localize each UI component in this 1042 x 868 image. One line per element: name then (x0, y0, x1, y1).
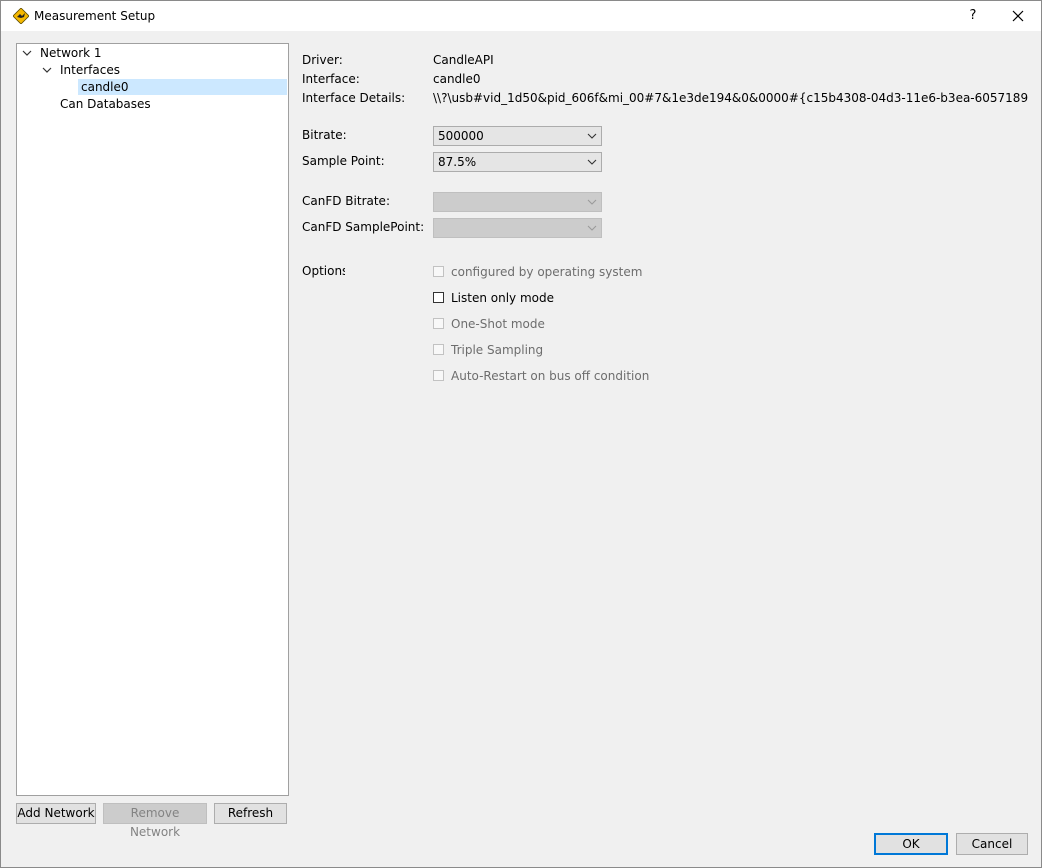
canfd-samplepoint-select[interactable] (433, 218, 602, 238)
canfd-bitrate-select[interactable] (433, 192, 602, 212)
listen-only-mode-label: Listen only mode (451, 291, 555, 305)
triple-sampling-checkbox[interactable] (433, 344, 444, 355)
tree-item-can-databases[interactable]: Can Databases (60, 96, 151, 112)
ok-button[interactable]: OK (874, 833, 948, 855)
tree-item-interfaces[interactable]: Interfaces (60, 62, 120, 78)
close-button[interactable] (1001, 1, 1035, 31)
tree-item-candle0[interactable]: candle0 (78, 79, 287, 95)
listen-only-mode-checkbox[interactable] (433, 292, 444, 303)
chevron-down-icon (587, 199, 597, 205)
chevron-down-icon (587, 225, 597, 231)
configured-by-os-checkbox[interactable] (433, 266, 444, 277)
interface-details-label: Interface Details: (302, 91, 406, 105)
configured-by-os-label: configured by operating system (451, 265, 643, 279)
cancel-button[interactable]: Cancel (956, 833, 1028, 855)
window-title: Measurement Setup (34, 9, 156, 23)
auto-restart-checkbox[interactable] (433, 370, 444, 381)
triple-sampling-label: Triple Sampling (451, 343, 544, 357)
sample-point-select[interactable]: 87.5% (433, 152, 602, 172)
title-bar: Measurement Setup ? (1, 1, 1041, 31)
network-tree[interactable]: Network 1 Interfaces candle0 Can Databas… (16, 43, 289, 796)
one-shot-mode-checkbox[interactable] (433, 318, 444, 329)
canfd-samplepoint-label: CanFD SamplePoint: (302, 220, 425, 234)
chevron-down-icon[interactable] (42, 65, 52, 75)
bitrate-value: 500000 (438, 129, 484, 143)
tree-item-network-1[interactable]: Network 1 (40, 45, 102, 61)
options-label: Options (302, 264, 345, 278)
help-button[interactable]: ? (959, 1, 987, 31)
canfd-bitrate-label: CanFD Bitrate: (302, 194, 390, 208)
interface-value: candle0 (433, 72, 481, 86)
bitrate-select[interactable]: 500000 (433, 126, 602, 146)
sample-point-value: 87.5% (438, 155, 477, 169)
driver-label: Driver: (302, 53, 343, 67)
close-icon (1012, 10, 1024, 22)
interface-details-value: \\?\usb#vid_1d50&pid_606f&mi_00#7&1e3de1… (433, 91, 1028, 105)
refresh-button[interactable]: Refresh (214, 803, 287, 824)
add-network-button[interactable]: Add Network (16, 803, 96, 824)
chevron-down-icon (587, 159, 597, 165)
bitrate-label: Bitrate: (302, 128, 347, 142)
chevron-down-icon (587, 133, 597, 139)
driver-value: CandleAPI (433, 53, 494, 67)
app-logo-icon (13, 8, 29, 24)
chevron-down-icon[interactable] (22, 48, 32, 58)
sample-point-label: Sample Point: (302, 154, 385, 168)
auto-restart-label: Auto-Restart on bus off condition (451, 369, 650, 383)
remove-network-button[interactable]: Remove Network (103, 803, 207, 839)
one-shot-mode-label: One-Shot mode (451, 317, 545, 331)
interface-label: Interface: (302, 72, 360, 86)
measurement-setup-dialog: Measurement Setup ? Network 1 Interfaces… (0, 0, 1042, 868)
